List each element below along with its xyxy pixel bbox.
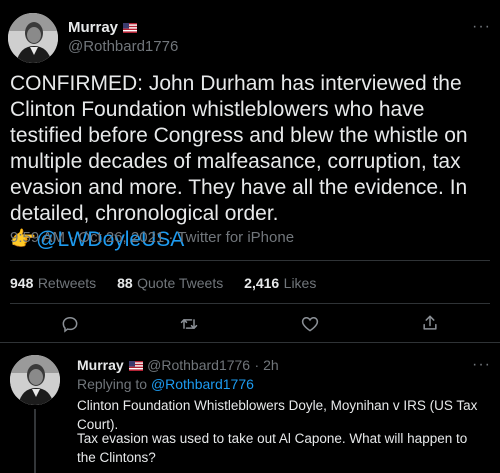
divider: [0, 342, 500, 343]
more-options-icon[interactable]: ···: [472, 18, 491, 36]
tweet-timestamp[interactable]: 9:59 AM · Oct 26, 2021 · Twitter for iPh…: [10, 229, 294, 246]
reply-more-options-icon[interactable]: ···: [472, 356, 491, 374]
reply-author-name[interactable]: Murray: [77, 357, 124, 373]
thread-line: [34, 409, 36, 473]
replying-to-row: Replying to @Rothbard1776: [77, 376, 254, 392]
retweets-label: Retweets: [37, 275, 97, 291]
us-flag-icon: [128, 361, 143, 371]
divider: [10, 260, 490, 261]
quote-tweets-count: 88: [117, 275, 133, 291]
author-name-row: Murray: [68, 19, 138, 37]
reply-icon[interactable]: [60, 314, 80, 334]
tweet-text-block: CONFIRMED: John Durham has interviewed t…: [10, 71, 490, 253]
likes-label: Likes: [283, 275, 317, 291]
reply-author-handle[interactable]: @Rothbard1776: [147, 357, 250, 373]
author-handle[interactable]: @Rothbard1776: [68, 38, 178, 55]
reply-author-avatar[interactable]: [10, 355, 60, 405]
reply-text-line2: Tax evasion was used to take out Al Capo…: [77, 431, 468, 465]
retweets-count: 948: [10, 275, 34, 291]
us-flag-icon: [123, 23, 138, 33]
quote-tweets-label: Quote Tweets: [137, 275, 224, 291]
like-icon[interactable]: [300, 314, 320, 334]
likes-count: 2,416: [244, 275, 280, 291]
retweet-icon[interactable]: [178, 314, 200, 334]
reply-time[interactable]: · 2h: [255, 357, 279, 373]
share-icon[interactable]: [420, 313, 440, 333]
author-name[interactable]: Murray: [68, 19, 118, 36]
reply-header: Murray @Rothbard1776 · 2h: [77, 357, 279, 375]
divider: [10, 303, 490, 304]
stats-row: 948 Retweets 88 Quote Tweets 2,416 Likes: [10, 275, 316, 293]
quote-tweets-stat[interactable]: 88 Quote Tweets: [117, 275, 228, 292]
likes-stat[interactable]: 2,416 Likes: [244, 275, 316, 292]
replying-to-link[interactable]: @Rothbard1776: [151, 376, 254, 392]
replying-to-label: Replying to: [77, 376, 148, 392]
retweets-stat[interactable]: 948 Retweets: [10, 275, 101, 292]
author-avatar[interactable]: [8, 13, 58, 63]
tweet-text: CONFIRMED: John Durham has interviewed t…: [10, 72, 468, 225]
